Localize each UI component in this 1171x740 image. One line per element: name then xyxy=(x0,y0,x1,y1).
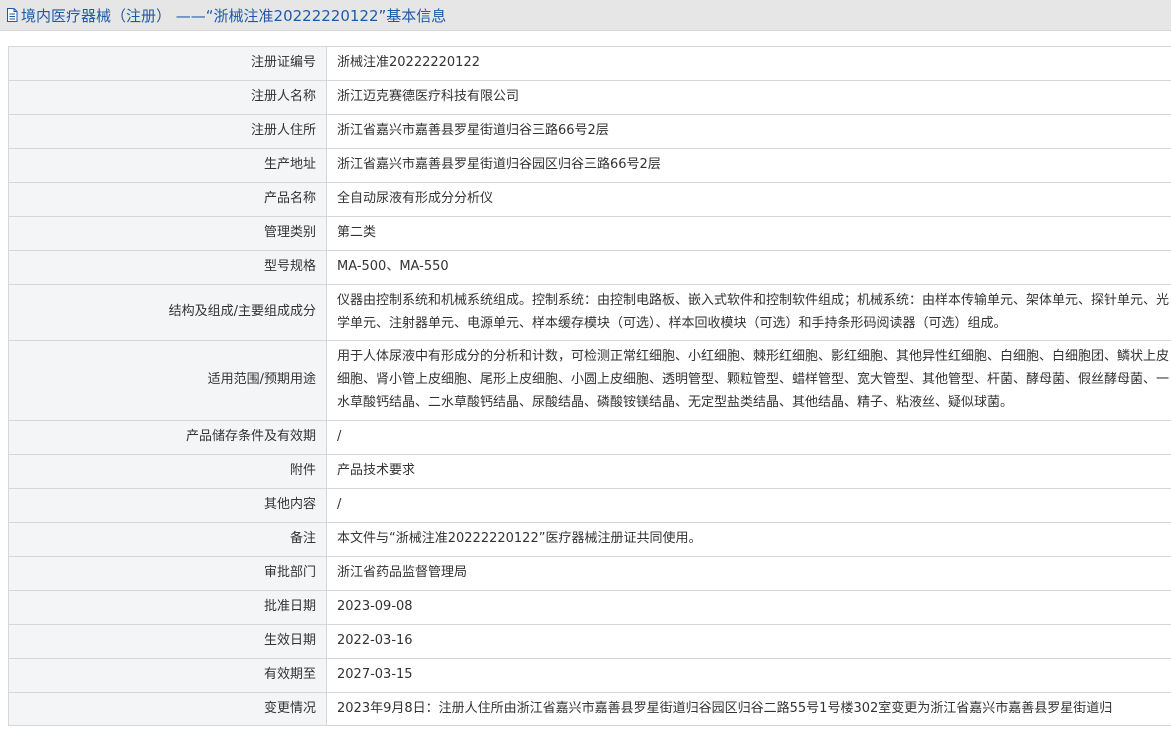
field-value: 浙江迈克赛德医疗科技有限公司 xyxy=(326,80,1171,115)
info-table: 注册证编号 浙械注准20222220122 注册人名称 浙江迈克赛德医疗科技有限公司注… xyxy=(8,46,1171,727)
field-label: 附件 xyxy=(8,453,327,489)
field-label: 有效期至 xyxy=(8,657,327,693)
table-row: 生产地址 浙江省嘉兴市嘉善县罗星街道归谷园区归谷三路66号2层 xyxy=(8,148,1171,183)
table-row: 审批部门 浙江省药品监督管理局 xyxy=(8,555,1171,591)
table-row: 附件 产品技术要求 xyxy=(8,453,1171,489)
header-bar: 境内医疗器械（注册） ——“浙械注准20222220122”基本信息 xyxy=(0,0,1171,31)
field-value: 本文件与“浙械注准20222220122”医疗器械注册证共同使用。 xyxy=(326,521,1171,557)
field-value: MA-500、MA-550 xyxy=(326,250,1171,285)
field-value: 第二类 xyxy=(326,216,1171,251)
page-title: 境内医疗器械（注册） ——“浙械注准20222220122”基本信息 xyxy=(21,6,447,25)
table-row: 产品储存条件及有效期 / xyxy=(8,419,1171,455)
field-value: 用于人体尿液中有形成分的分析和计数，可检测正常红细胞、小红细胞、棘形红细胞、影红… xyxy=(326,340,1171,421)
field-label: 变更情况 xyxy=(8,691,327,727)
table-row: 生效日期 2022-03-16 xyxy=(8,623,1171,659)
table-row: 注册证编号 浙械注准20222220122 xyxy=(8,46,1171,81)
table-row: 批准日期 2023-09-08 xyxy=(8,589,1171,625)
field-label: 结构及组成/主要组成成分 xyxy=(8,283,327,342)
table-row: 注册人名称 浙江迈克赛德医疗科技有限公司 xyxy=(8,80,1171,115)
field-value: / xyxy=(326,419,1171,455)
field-label: 产品储存条件及有效期 xyxy=(8,419,327,455)
field-label: 批准日期 xyxy=(8,589,327,625)
field-label: 注册人住所 xyxy=(8,114,327,149)
field-label: 生产地址 xyxy=(8,148,327,183)
field-label: 适用范围/预期用途 xyxy=(8,340,327,421)
field-value: 仪器由控制系统和机械系统组成。控制系统：由控制电路板、嵌入式软件和控制软件组成；… xyxy=(326,283,1171,342)
field-label: 备注 xyxy=(8,521,327,557)
field-value: 2023年9月8日：注册人住所由浙江省嘉兴市嘉善县罗星街道归谷园区归谷二路55号… xyxy=(326,691,1171,727)
field-label: 审批部门 xyxy=(8,555,327,591)
field-label: 型号规格 xyxy=(8,250,327,285)
table-row: 其他内容 / xyxy=(8,487,1171,523)
table-row: 适用范围/预期用途 用于人体尿液中有形成分的分析和计数，可检测正常红细胞、小红细胞… xyxy=(8,340,1171,421)
field-value: 2022-03-16 xyxy=(326,623,1171,659)
table-row: 管理类别 第二类 xyxy=(8,216,1171,251)
field-value: 浙江省嘉兴市嘉善县罗星街道归谷三路66号2层 xyxy=(326,114,1171,149)
field-label: 其他内容 xyxy=(8,487,327,523)
table-row: 有效期至 2027-03-15 xyxy=(8,657,1171,693)
field-value: 2023-09-08 xyxy=(326,589,1171,625)
field-label: 产品名称 xyxy=(8,182,327,217)
field-value: 浙械注准20222220122 xyxy=(326,46,1171,81)
field-label: 管理类别 xyxy=(8,216,327,251)
table-row: 备注 本文件与“浙械注准20222220122”医疗器械注册证共同使用。 xyxy=(8,521,1171,557)
field-label: 注册证编号 xyxy=(8,46,327,81)
field-value: 浙江省药品监督管理局 xyxy=(326,555,1171,591)
field-label: 生效日期 xyxy=(8,623,327,659)
field-label: 注册人名称 xyxy=(8,80,327,115)
field-value: / xyxy=(326,487,1171,523)
field-value: 浙江省嘉兴市嘉善县罗星街道归谷园区归谷三路66号2层 xyxy=(326,148,1171,183)
table-row: 注册人住所 浙江省嘉兴市嘉善县罗星街道归谷三路66号2层 xyxy=(8,114,1171,149)
table-row: 变更情况 2023年9月8日：注册人住所由浙江省嘉兴市嘉善县罗星街道归谷园区归谷二… xyxy=(8,691,1171,727)
field-value: 2027-03-15 xyxy=(326,657,1171,693)
table-row: 结构及组成/主要组成成分 仪器由控制系统和机械系统组成。控制系统：由控制电路板、嵌… xyxy=(8,283,1171,342)
table-row: 型号规格 MA-500、MA-550 xyxy=(8,250,1171,285)
table-row: 产品名称 全自动尿液有形成分分析仪 xyxy=(8,182,1171,217)
field-value: 产品技术要求 xyxy=(326,453,1171,489)
field-value: 全自动尿液有形成分分析仪 xyxy=(326,182,1171,217)
document-icon xyxy=(6,8,18,22)
